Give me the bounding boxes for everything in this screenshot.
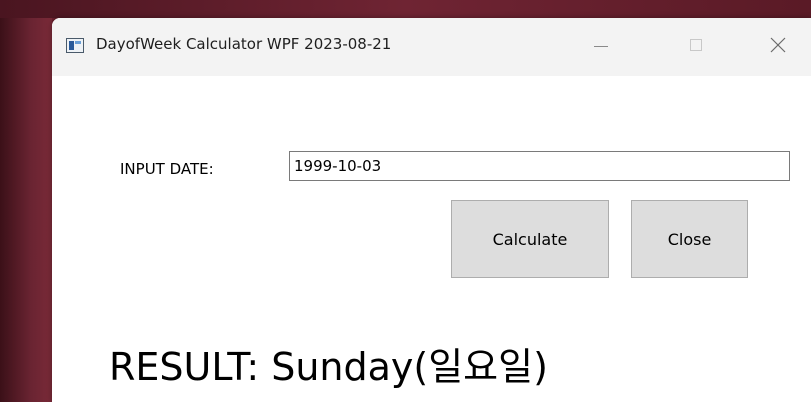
title-bar[interactable]: DayofWeek Calculator WPF 2023-08-21 xyxy=(52,18,811,76)
desktop-background-top xyxy=(0,0,811,18)
minimize-button[interactable] xyxy=(572,18,632,76)
window-title: DayofWeek Calculator WPF 2023-08-21 xyxy=(96,35,392,53)
app-window-icon xyxy=(66,38,84,53)
maximize-button[interactable] xyxy=(668,18,728,76)
app-window: DayofWeek Calculator WPF 2023-08-21 INPU… xyxy=(52,18,811,402)
result-text: RESULT: Sunday(일요일) xyxy=(109,345,548,389)
calculate-button[interactable]: Calculate xyxy=(451,200,609,278)
input-date-label: INPUT DATE: xyxy=(120,160,214,178)
close-button[interactable]: Close xyxy=(631,200,748,278)
close-icon xyxy=(770,37,786,53)
desktop-background-left xyxy=(0,0,52,402)
close-window-button[interactable] xyxy=(748,18,808,76)
date-input[interactable] xyxy=(289,151,790,181)
